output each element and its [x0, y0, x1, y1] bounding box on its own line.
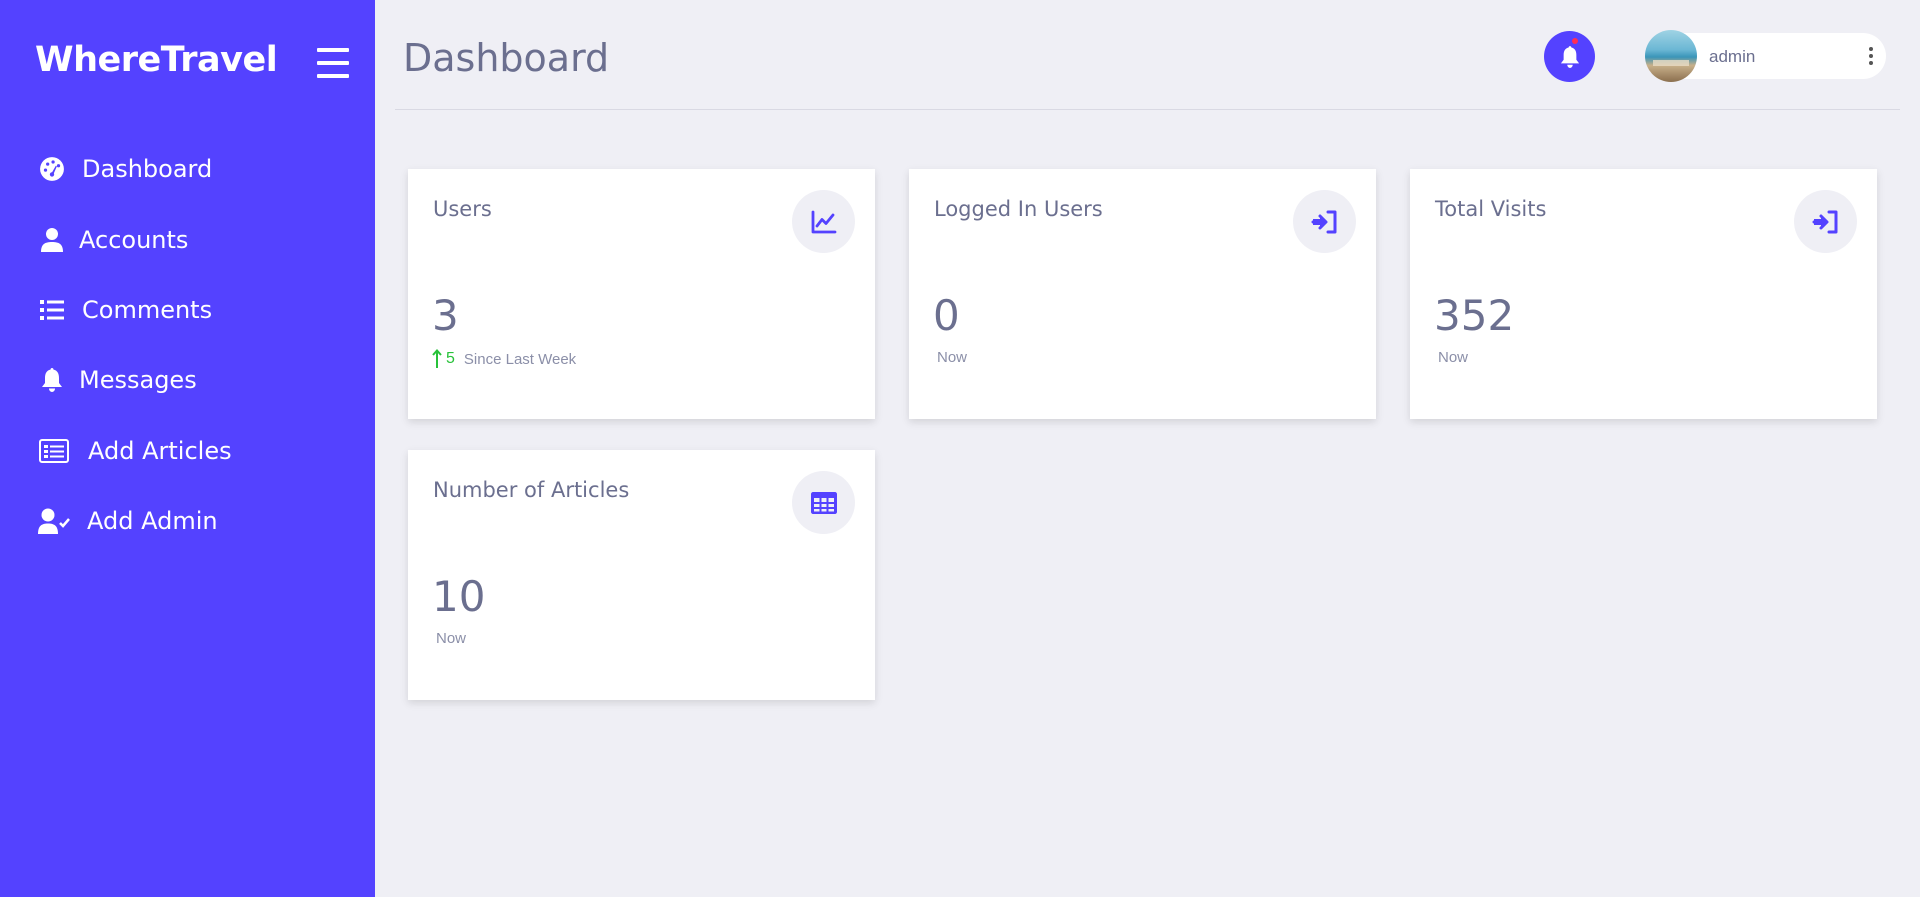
hamburger-menu-icon[interactable]: [317, 48, 349, 78]
card-footer: Now: [933, 349, 967, 366]
user-menu[interactable]: admin: [1645, 30, 1886, 82]
stat-card-number-of-articles: Number of Articles 10 Now: [408, 450, 875, 700]
card-title: Number of Articles: [433, 478, 630, 502]
notification-dot: [1572, 38, 1578, 44]
bell-icon: [38, 366, 66, 394]
header-divider: [395, 109, 1900, 110]
card-note: Now: [1438, 349, 1469, 366]
user-name: admin: [1709, 47, 1756, 66]
card-footer: Now: [1434, 349, 1468, 366]
sidebar-nav: Dashboard Accounts Comments Messages Add…: [0, 134, 375, 556]
sidebar-item-label: Comments: [82, 295, 213, 324]
sidebar-item-label: Add Articles: [88, 436, 232, 465]
gauge-icon: [38, 155, 66, 183]
sidebar-item-messages[interactable]: Messages: [0, 345, 375, 415]
sidebar-item-label: Dashboard: [82, 155, 213, 184]
avatar[interactable]: [1645, 30, 1697, 82]
card-note: Since Last Week: [463, 350, 577, 368]
sidebar-item-add-admin[interactable]: Add Admin: [0, 486, 375, 556]
card-footer: 5 Since Last Week: [432, 349, 576, 369]
sidebar-item-label: Messages: [79, 366, 197, 395]
card-title: Users: [433, 197, 492, 221]
card-value: 352: [1434, 291, 1515, 340]
more-options-icon[interactable]: [1868, 47, 1874, 65]
sidebar-item-comments[interactable]: Comments: [0, 275, 375, 345]
card-value: 10: [432, 572, 486, 621]
sidebar-item-accounts[interactable]: Accounts: [0, 204, 375, 274]
bell-icon: [1560, 45, 1580, 68]
card-title: Total Visits: [1435, 197, 1547, 221]
stat-card-total-visits: Total Visits 352 Now: [1410, 169, 1877, 419]
sidebar-item-dashboard[interactable]: Dashboard: [0, 134, 375, 204]
newspaper-icon: [38, 437, 70, 465]
sidebar-item-add-articles[interactable]: Add Articles: [0, 416, 375, 486]
card-title: Logged In Users: [934, 197, 1103, 221]
card-note: Now: [436, 630, 467, 647]
user-check-icon: [38, 507, 72, 535]
page-title: Dashboard: [403, 36, 610, 80]
card-note: Now: [937, 349, 968, 366]
notifications-button[interactable]: [1544, 31, 1595, 82]
sidebar-item-label: Accounts: [79, 225, 189, 254]
main-content: Dashboard admin Users 3 5 Since Last Wee…: [375, 0, 1920, 897]
stat-card-users: Users 3 5 Since Last Week: [408, 169, 875, 419]
stat-card-logged-in-users: Logged In Users 0 Now: [909, 169, 1376, 419]
user-icon: [38, 226, 66, 254]
list-icon: [38, 296, 66, 324]
card-footer: Now: [432, 630, 466, 647]
trend-value: 5: [446, 350, 455, 367]
arrow-up-icon: [432, 349, 442, 368]
trend-indicator: 5: [432, 349, 455, 369]
table-icon: [792, 471, 855, 534]
card-value: 3: [432, 291, 459, 340]
card-value: 0: [933, 291, 960, 340]
sign-in-icon: [1794, 190, 1857, 253]
sign-in-icon: [1293, 190, 1356, 253]
sidebar: WhereTravel Dashboard Accounts Comments …: [0, 0, 375, 897]
line-chart-icon: [792, 190, 855, 253]
brand-logo[interactable]: WhereTravel: [35, 40, 278, 80]
sidebar-item-label: Add Admin: [87, 507, 218, 536]
